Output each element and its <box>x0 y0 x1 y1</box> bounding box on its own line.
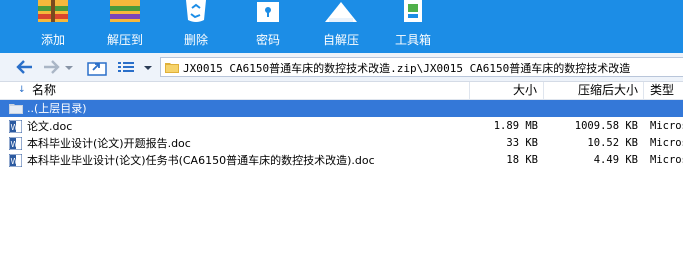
table-row[interactable]: W 本科毕业设计(论文)开题报告.doc 33 KB 10.52 KB Micr… <box>0 135 683 152</box>
folder-icon <box>9 104 23 114</box>
file-name: 论文.doc <box>27 120 73 133</box>
delete-label: 删除 <box>183 33 208 47</box>
column-type[interactable]: 类型 <box>644 82 683 99</box>
toolbar: 添加 解压到 删除 密码 自解压 工具箱 <box>0 0 683 53</box>
file-name: ..(上层目录) <box>27 102 87 115</box>
path-text: JX0015 CA6150普通车床的数控技术改造.zip\JX0015 CA61… <box>183 62 631 75</box>
file-size: 33 KB <box>506 137 538 149</box>
add-archive-icon <box>38 0 68 22</box>
svg-text:W: W <box>11 123 19 132</box>
svg-text:W: W <box>11 157 19 166</box>
column-name-label: 名称 <box>32 83 57 97</box>
add-label: 添加 <box>40 33 65 47</box>
folder-icon <box>165 63 179 73</box>
tools-button[interactable]: 工具箱 <box>383 0 443 53</box>
sfx-button[interactable]: 自解压 <box>311 0 371 53</box>
sfx-label: 自解压 <box>322 33 359 47</box>
word-doc-icon: W <box>9 154 22 167</box>
file-compressed-size: 10.52 KB <box>587 137 638 149</box>
column-size[interactable]: 大小 <box>470 82 544 99</box>
path-field[interactable]: JX0015 CA6150普通车床的数控技术改造.zip\JX0015 CA61… <box>160 57 683 77</box>
file-name: 本科毕业毕业设计(论文)任务书(CA6150普通车床的数控技术改造).doc <box>27 154 375 167</box>
sfx-icon <box>325 2 357 22</box>
table-row-parent[interactable]: ..(上层目录) <box>0 100 683 117</box>
column-compressed[interactable]: 压缩后大小 <box>544 82 644 99</box>
forward-dropdown-icon[interactable] <box>64 57 74 77</box>
tools-label: 工具箱 <box>394 33 431 47</box>
extract-label: 解压到 <box>106 33 143 47</box>
forward-arrow-icon[interactable] <box>40 57 62 77</box>
add-button[interactable]: 添加 <box>23 0 83 53</box>
file-type: Micros <box>650 137 683 149</box>
extract-icon <box>110 0 140 22</box>
table-row[interactable]: W 本科毕业毕业设计(论文)任务书(CA6150普通车床的数控技术改造).doc… <box>0 152 683 169</box>
extract-button[interactable]: 解压到 <box>95 0 155 53</box>
file-size: 18 KB <box>506 154 538 166</box>
svg-text:W: W <box>11 140 19 149</box>
delete-icon <box>186 0 206 22</box>
password-lock-icon <box>257 2 279 22</box>
toolbox-icon <box>404 0 422 22</box>
back-arrow-icon[interactable] <box>14 57 36 77</box>
column-name[interactable]: ↓ 名称 <box>0 82 470 99</box>
file-name: 本科毕业设计(论文)开题报告.doc <box>27 137 191 150</box>
up-folder-icon[interactable] <box>86 57 108 77</box>
file-type: Micros <box>650 154 683 166</box>
file-type: Micros <box>650 120 683 132</box>
word-doc-icon: W <box>9 137 22 150</box>
password-label: 密码 <box>255 33 280 47</box>
column-header: ↓ 名称 大小 压缩后大小 类型 <box>0 82 683 100</box>
column-type-label: 类型 <box>650 83 675 97</box>
file-size: 1.89 MB <box>493 120 538 132</box>
sort-arrow-icon: ↓ <box>18 85 26 95</box>
view-list-icon[interactable] <box>116 57 136 77</box>
column-size-label: 大小 <box>512 83 537 97</box>
word-doc-icon: W <box>9 120 22 133</box>
delete-button[interactable]: 删除 <box>166 0 226 53</box>
file-compressed-size: 4.49 KB <box>593 154 638 166</box>
view-dropdown-icon[interactable] <box>143 57 153 77</box>
file-compressed-size: 1009.58 KB <box>574 120 638 132</box>
table-row[interactable]: W 论文.doc 1.89 MB 1009.58 KB Micros <box>0 118 683 135</box>
address-bar: JX0015 CA6150普通车床的数控技术改造.zip\JX0015 CA61… <box>0 53 683 82</box>
password-button[interactable]: 密码 <box>238 0 298 53</box>
column-compressed-label: 压缩后大小 <box>577 83 638 97</box>
